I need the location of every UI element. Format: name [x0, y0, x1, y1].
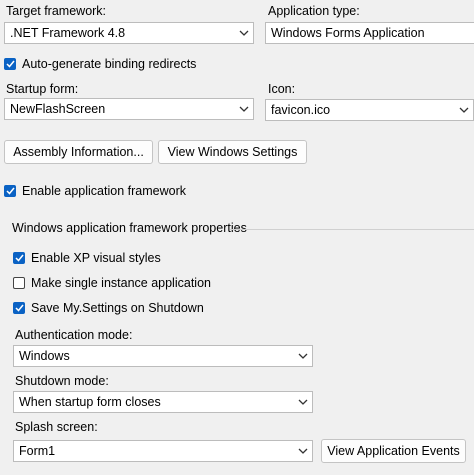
chevron-down-icon	[235, 23, 253, 43]
icon-label: Icon:	[268, 82, 296, 96]
splash-screen-dropdown[interactable]: Form1	[13, 440, 313, 462]
authentication-mode-value: Windows	[19, 349, 70, 363]
startup-form-value: NewFlashScreen	[10, 102, 106, 116]
shutdown-mode-value: When startup form closes	[19, 395, 161, 409]
shutdown-mode-dropdown[interactable]: When startup form closes	[13, 391, 313, 413]
chevron-down-icon	[294, 441, 312, 461]
xp-styles-checkbox[interactable]: Enable XP visual styles	[13, 251, 161, 265]
view-windows-settings-button[interactable]: View Windows Settings	[158, 140, 307, 164]
xp-styles-label: Enable XP visual styles	[31, 251, 161, 265]
group-divider	[230, 229, 474, 230]
application-type-label: Application type:	[268, 4, 360, 18]
target-framework-label: Target framework:	[6, 4, 107, 18]
single-instance-label: Make single instance application	[31, 276, 211, 290]
auto-binding-checkbox[interactable]: Auto-generate binding redirects	[4, 57, 196, 71]
enable-framework-checkbox[interactable]: Enable application framework	[4, 184, 186, 198]
checkmark-icon	[13, 302, 25, 314]
assembly-information-button[interactable]: Assembly Information...	[4, 140, 153, 164]
enable-framework-label: Enable application framework	[22, 184, 186, 198]
splash-screen-label: Splash screen:	[15, 420, 98, 434]
save-settings-checkbox[interactable]: Save My.Settings on Shutdown	[13, 301, 204, 315]
single-instance-checkbox[interactable]: Make single instance application	[13, 276, 211, 290]
chevron-down-icon	[294, 346, 312, 366]
target-framework-dropdown[interactable]: .NET Framework 4.8	[4, 22, 254, 44]
authentication-mode-label: Authentication mode:	[15, 328, 133, 342]
shutdown-mode-label: Shutdown mode:	[15, 374, 109, 388]
icon-dropdown[interactable]: favicon.ico	[265, 99, 474, 121]
application-type-field[interactable]: Windows Forms Application	[265, 22, 474, 44]
startup-form-dropdown[interactable]: NewFlashScreen	[4, 98, 254, 120]
splash-screen-value: Form1	[19, 444, 56, 458]
application-type-value: Windows Forms Application	[271, 26, 425, 40]
checkmark-icon	[4, 58, 16, 70]
startup-form-label: Startup form:	[6, 82, 79, 96]
icon-value: favicon.ico	[271, 103, 331, 117]
auto-binding-label: Auto-generate binding redirects	[22, 57, 197, 71]
authentication-mode-dropdown[interactable]: Windows	[13, 345, 313, 367]
view-application-events-button[interactable]: View Application Events	[321, 439, 466, 463]
unchecked-box-icon	[13, 277, 25, 289]
chevron-down-icon	[455, 100, 473, 120]
save-settings-label: Save My.Settings on Shutdown	[31, 301, 204, 315]
framework-properties-title: Windows application framework properties	[12, 221, 247, 235]
chevron-down-icon	[294, 392, 312, 412]
target-framework-value: .NET Framework 4.8	[10, 26, 126, 40]
chevron-down-icon	[235, 99, 253, 119]
checkmark-icon	[4, 185, 16, 197]
checkmark-icon	[13, 252, 25, 264]
